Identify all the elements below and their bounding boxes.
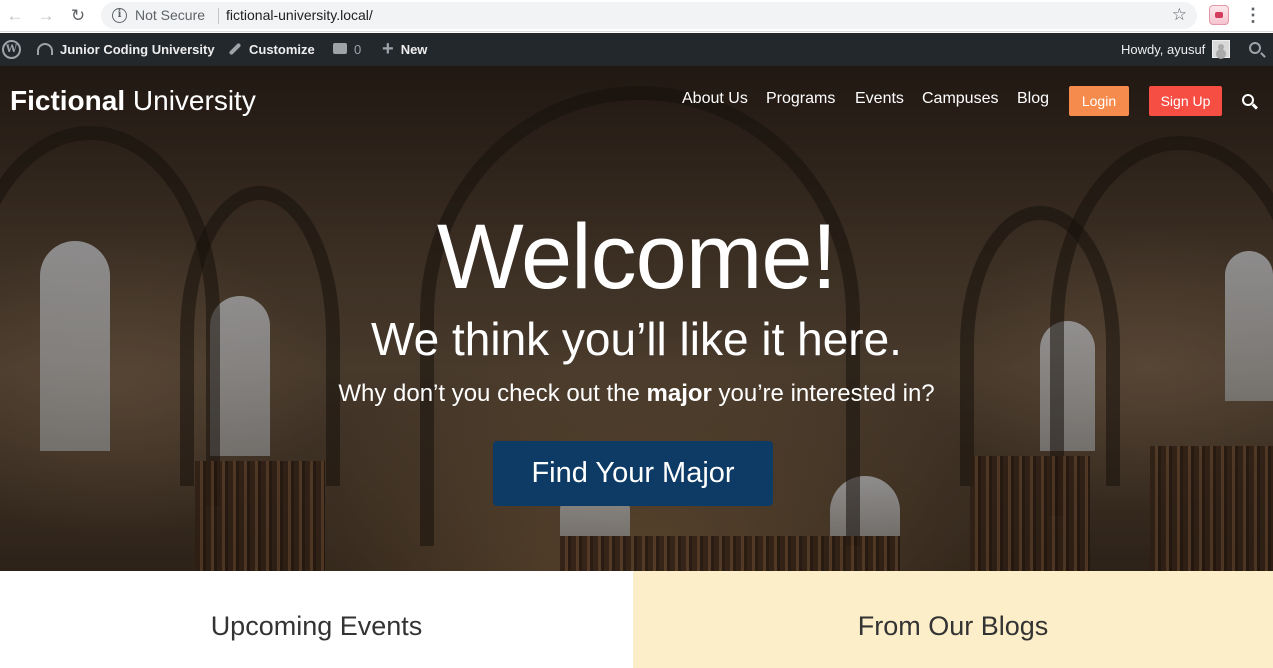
hero-question: Why don’t you check out the major you’re… — [0, 379, 1273, 409]
search-icon[interactable] — [1242, 94, 1254, 106]
dashboard-icon — [37, 42, 53, 55]
events-title: Upcoming Events — [210, 611, 423, 641]
comments-count: 0 — [354, 42, 362, 57]
nav-blog[interactable]: Blog — [1017, 90, 1049, 108]
hero-subheading: We think you’ll like it here. — [371, 313, 902, 365]
login-button[interactable]: Login — [1069, 86, 1129, 116]
site-name: Junior Coding University — [60, 42, 215, 57]
wp-admin-bar: Junior Coding University Customize 0 + Ne… — [0, 33, 1273, 66]
browser-menu-icon[interactable]: ⋮ — [1244, 4, 1262, 28]
hero-question-end: you’re interested in? — [711, 380, 935, 407]
blogs-title: From Our Blogs — [857, 611, 1049, 641]
wordpress-logo-icon[interactable] — [2, 40, 21, 59]
security-label: Not Secure — [135, 7, 206, 23]
upcoming-events-section: Upcoming Events — [0, 571, 633, 668]
hero-banner: Fictional University About Us Programs E… — [0, 66, 1273, 571]
greeting-text: Howdy, ayusuf — [1121, 42, 1206, 57]
avatar — [1212, 39, 1231, 58]
signup-button[interactable]: Sign Up — [1149, 86, 1222, 116]
find-your-major-button[interactable]: Find Your Major — [493, 441, 773, 506]
admin-search-icon[interactable] — [1249, 42, 1261, 54]
new-label: New — [400, 42, 428, 57]
info-icon[interactable]: i — [112, 8, 127, 23]
logo-light-text: University — [132, 85, 256, 116]
reload-icon[interactable]: ↻ — [66, 4, 90, 28]
site-logo[interactable]: Fictional University — [10, 85, 256, 117]
bookmark-star-icon[interactable]: ☆ — [1172, 5, 1187, 25]
hero-heading: Welcome! — [436, 206, 837, 308]
nav-events[interactable]: Events — [855, 90, 904, 108]
address-bar[interactable]: i Not Secure fictional-university.local/… — [101, 2, 1197, 29]
extension-icon[interactable] — [1209, 5, 1229, 25]
back-arrow-icon[interactable]: ← — [3, 4, 27, 28]
admin-bar-customize[interactable]: Customize — [228, 33, 315, 66]
nav-programs[interactable]: Programs — [766, 90, 835, 108]
brush-icon — [228, 42, 242, 55]
browser-toolbar: ← → ↻ i Not Secure fictional-university.… — [0, 0, 1273, 32]
plus-icon: + — [382, 38, 394, 61]
admin-bar-site-link[interactable]: Junior Coding University — [37, 33, 215, 66]
customize-label: Customize — [249, 42, 315, 57]
hero-question-bold: major — [646, 380, 712, 407]
nav-campuses[interactable]: Campuses — [922, 90, 998, 108]
nav-about-us[interactable]: About Us — [682, 90, 748, 108]
admin-bar-account[interactable]: Howdy, ayusuf — [1121, 33, 1231, 66]
blogs-section: From Our Blogs — [633, 571, 1273, 668]
logo-bold-text: Fictional — [10, 85, 126, 116]
url-text[interactable]: fictional-university.local/ — [226, 7, 373, 23]
forward-arrow-icon[interactable]: → — [34, 4, 58, 28]
comment-bubble-icon — [333, 43, 347, 55]
admin-bar-comments[interactable]: 0 — [333, 33, 361, 66]
hero-question-start: Why don’t you check out the — [338, 380, 647, 407]
admin-bar-new[interactable]: + New — [382, 33, 427, 66]
omnibox-divider — [218, 8, 219, 24]
